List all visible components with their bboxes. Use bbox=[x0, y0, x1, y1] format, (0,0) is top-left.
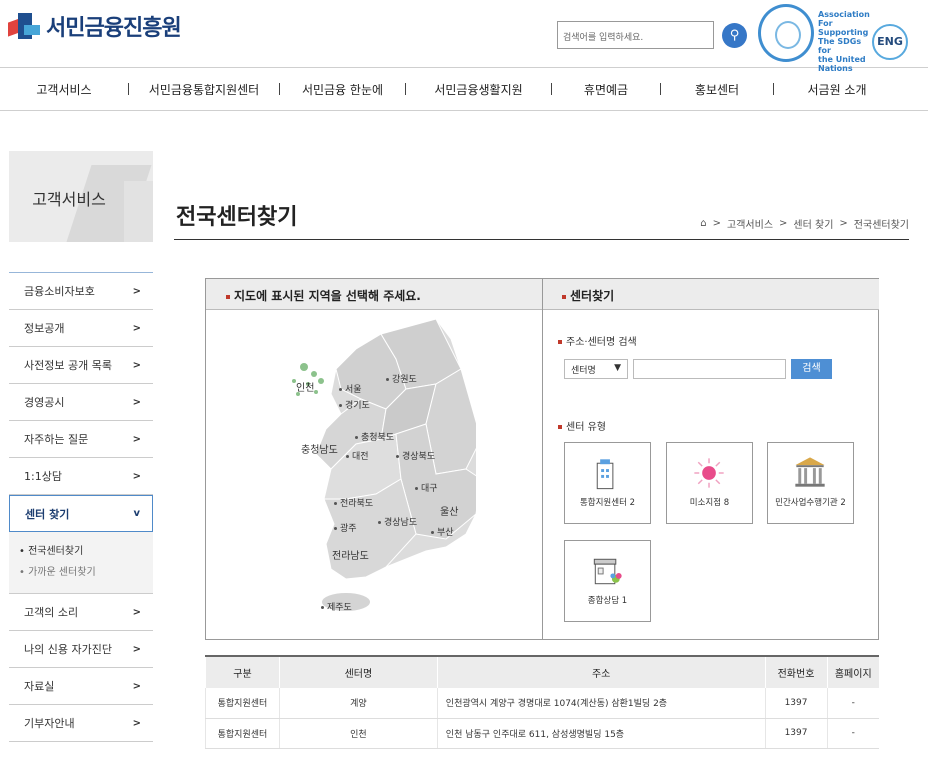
sun-icon bbox=[694, 458, 724, 488]
sidebar-menu: 금융소비자보호 > 정보공개 > 사전정보 공개 목록 > 경영공시 > 자주하는 질문… bbox=[9, 272, 153, 742]
shop-icon bbox=[593, 558, 622, 585]
sidebar-item-donor[interactable]: 기부자안내 > bbox=[9, 705, 153, 742]
map-label-chungnam[interactable]: 충청남도 bbox=[301, 441, 338, 456]
table-row: 통합지원센터 계양 인천광역시 계양구 경명대로 1074(계산동) 삼환1빌딩… bbox=[205, 688, 879, 719]
sidebar-title: 고객서비스 bbox=[32, 190, 106, 209]
gnb-overview[interactable]: 서민금융 한눈에 bbox=[280, 81, 405, 98]
map-label-gwangju[interactable]: 광주 bbox=[334, 521, 357, 534]
chevron-right-icon: > bbox=[132, 396, 141, 408]
submenu-item-national[interactable]: • 전국센터찾기 bbox=[19, 541, 143, 562]
map-panel-header: 지도에 표시된 지역을 선택해 주세요. bbox=[206, 279, 542, 310]
type-general-consult[interactable]: 종합상담 1 bbox=[564, 540, 651, 622]
map-label-daegu[interactable]: 대구 bbox=[415, 481, 438, 494]
sidebar-item-voice[interactable]: 고객의 소리 > bbox=[9, 594, 153, 631]
center-table: 구분 센터명 주소 전화번호 홈페이지 통합지원센터 계양 인천광역시 계양구 … bbox=[205, 655, 879, 749]
chevron-right-icon: > bbox=[132, 643, 141, 655]
logo-icon bbox=[8, 11, 42, 41]
map-label-incheon[interactable]: 인천 bbox=[296, 379, 314, 394]
map-label-daejeon[interactable]: 대전 bbox=[346, 449, 369, 462]
site-logo[interactable]: 서민금융진흥원 bbox=[8, 10, 182, 42]
gnb-dormant-deposit[interactable]: 휴면예금 bbox=[552, 81, 660, 98]
map-label-gangwon[interactable]: 강원도 bbox=[386, 372, 417, 385]
map-label-jeonbuk[interactable]: 전라북도 bbox=[334, 496, 373, 509]
map-label-gyeonggi[interactable]: 경기도 bbox=[339, 398, 370, 411]
sidebar-item-find-center[interactable]: 센터 찾기 v bbox=[9, 495, 153, 532]
center-search-button[interactable]: 검색 bbox=[791, 359, 832, 379]
search-panel-header: 센터찾기 bbox=[542, 279, 879, 310]
chevron-right-icon: > bbox=[132, 433, 141, 445]
search-type-select[interactable]: 센터명 ▼ bbox=[564, 359, 628, 379]
gnb-pr-center[interactable]: 홍보센터 bbox=[661, 81, 773, 98]
type-private-agency[interactable]: 민간사업수행기관 2 bbox=[767, 442, 854, 524]
map-label-jeju[interactable]: 제주도 bbox=[321, 600, 352, 613]
building-icon bbox=[596, 459, 614, 490]
gnb-life-support[interactable]: 서민금융생활지원 bbox=[406, 81, 551, 98]
map-label-chungbuk[interactable]: 충청북도 bbox=[355, 430, 394, 443]
chevron-right-icon: > bbox=[132, 285, 141, 297]
breadcrumb-item[interactable]: 전국센터찾기 bbox=[854, 216, 909, 231]
title-divider bbox=[174, 239, 909, 240]
breadcrumb: ⌂ > 고객서비스 > 센터 찾기 > 전국센터찾기 bbox=[700, 216, 909, 231]
address-search-label: 주소·센터명 검색 bbox=[558, 333, 637, 348]
type-miso-branch[interactable]: 미소지점 8 bbox=[666, 442, 753, 524]
center-finder-panel: 지도에 표시된 지역을 선택해 주세요. 센터찾기 인천 서울 강원도 경기도 … bbox=[205, 278, 879, 640]
sidebar-item-resources[interactable]: 자료실 > bbox=[9, 668, 153, 705]
site-header: 서민금융진흥원 검색어를 입력하세요. ⚲ Association For Sup… bbox=[0, 0, 928, 73]
breadcrumb-item[interactable]: 센터 찾기 bbox=[793, 216, 833, 231]
map-label-gyeongnam[interactable]: 경상남도 bbox=[378, 515, 417, 528]
search-icon: ⚲ bbox=[729, 28, 740, 43]
institution-icon bbox=[795, 457, 825, 487]
sidebar-item-credit-check[interactable]: 나의 신용 자가진단 > bbox=[9, 631, 153, 668]
chevron-right-icon: > bbox=[132, 606, 141, 618]
breadcrumb-item[interactable]: 고객서비스 bbox=[727, 216, 773, 231]
sidebar-submenu: • 전국센터찾기 • 가까운 센터찾기 bbox=[9, 532, 153, 594]
col-category: 구분 bbox=[205, 655, 280, 688]
map-label-gyeongbuk[interactable]: 경상북도 bbox=[396, 449, 435, 462]
chevron-right-icon: > bbox=[132, 470, 141, 482]
search-button[interactable]: ⚲ bbox=[722, 23, 747, 48]
korea-map[interactable] bbox=[286, 319, 476, 624]
center-search-input[interactable] bbox=[633, 359, 786, 379]
sdg-ring-icon bbox=[758, 4, 814, 62]
page-title: 전국센터찾기 bbox=[176, 205, 298, 230]
gnb-customer-service[interactable]: 고객서비스 bbox=[0, 81, 128, 98]
gnb-about[interactable]: 서금원 소개 bbox=[774, 81, 900, 98]
sidebar-item-consumer-protection[interactable]: 금융소비자보호 > bbox=[9, 273, 153, 310]
gnb-integrated-center[interactable]: 서민금융통합지원센터 bbox=[129, 81, 279, 98]
center-type-label: 센터 유형 bbox=[558, 418, 606, 433]
chevron-down-icon: v bbox=[133, 508, 140, 519]
chevron-right-icon: > bbox=[132, 717, 141, 729]
eng-button[interactable]: ENG bbox=[872, 24, 908, 60]
home-icon[interactable]: ⌂ bbox=[700, 218, 706, 229]
submenu-item-nearby[interactable]: • 가까운 센터찾기 bbox=[19, 562, 143, 583]
chevron-right-icon: > bbox=[132, 680, 141, 692]
chevron-right-icon: > bbox=[132, 322, 141, 334]
table-row: 통합지원센터 인천 인천 남동구 인주대로 611, 삼성생명빌딩 15층 13… bbox=[205, 718, 879, 749]
col-homepage: 홈페이지 bbox=[826, 655, 879, 688]
sidebar-header: 고객서비스 bbox=[9, 151, 153, 242]
col-address: 주소 bbox=[436, 655, 766, 688]
sidebar-item-disclosure[interactable]: 정보공개 > bbox=[9, 310, 153, 347]
sdg-logo[interactable]: Association For Supporting The SDGs for the… bbox=[758, 4, 870, 73]
col-phone: 전화번호 bbox=[764, 655, 827, 688]
sidebar-item-management[interactable]: 경영공시 > bbox=[9, 384, 153, 421]
col-center-name: 센터명 bbox=[278, 655, 438, 688]
sidebar-item-pre-disclosure[interactable]: 사전정보 공개 목록 > bbox=[9, 347, 153, 384]
search-input[interactable]: 검색어를 입력하세요. bbox=[557, 21, 714, 49]
map-label-ulsan[interactable]: 울산 bbox=[440, 503, 458, 518]
logo-text: 서민금융진흥원 bbox=[46, 16, 182, 41]
chevron-right-icon: > bbox=[132, 359, 141, 371]
sidebar-item-counsel[interactable]: 1:1상담 > bbox=[9, 458, 153, 495]
caret-down-icon: ▼ bbox=[614, 363, 621, 373]
map-label-busan[interactable]: 부산 bbox=[431, 525, 454, 538]
map-label-seoul[interactable]: 서울 bbox=[339, 382, 362, 395]
global-nav: 고객서비스 서민금융통합지원센터 서민금융 한눈에 서민금융생활지원 휴면예금 … bbox=[0, 68, 928, 111]
sdg-text: Association For Supporting The SDGs for the… bbox=[818, 10, 870, 73]
sidebar-item-faq[interactable]: 자주하는 질문 > bbox=[9, 421, 153, 458]
map-label-jeonnam[interactable]: 전라남도 bbox=[332, 547, 369, 562]
type-integrated-center[interactable]: 통합지원센터 2 bbox=[564, 442, 651, 524]
